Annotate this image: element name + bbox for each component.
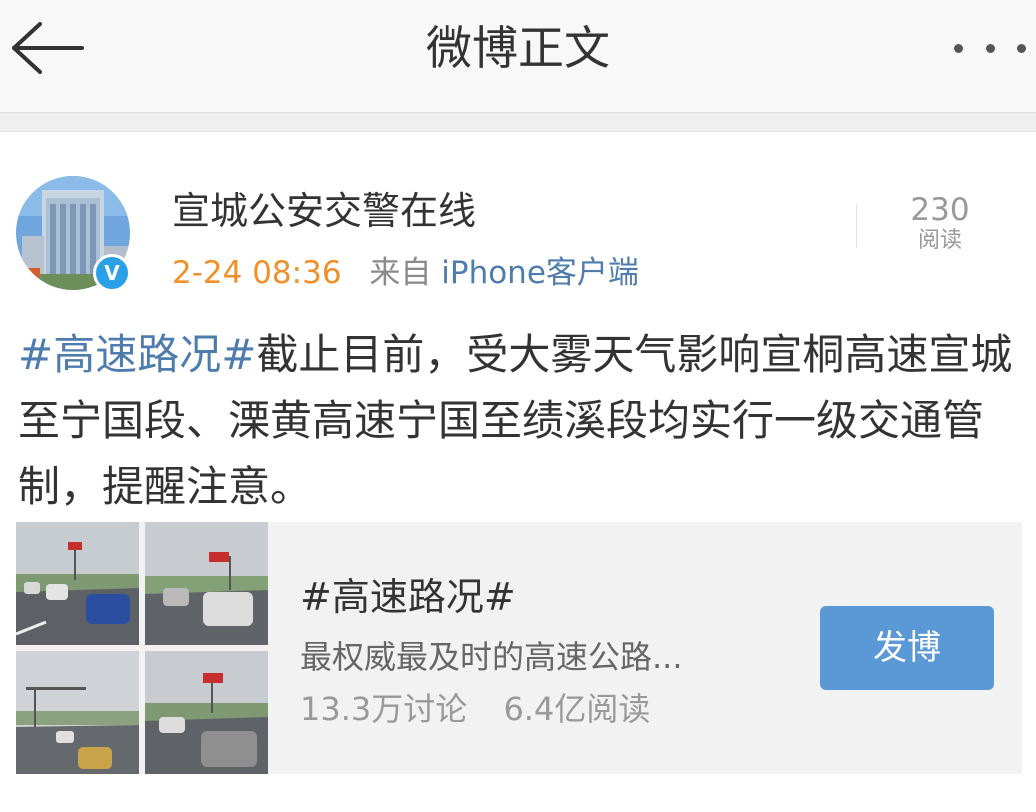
post-topic-button[interactable]: 发博 [820, 606, 994, 690]
divider [856, 204, 857, 248]
post-time: 2-24 08:36 [172, 255, 342, 291]
post-meta: 2-24 08:36 来自 iPhone客户端 [172, 252, 639, 294]
topic-reads: 6.4亿阅读 [503, 690, 651, 728]
read-count-number: 230 [910, 192, 970, 228]
traffic-photo [16, 651, 139, 774]
more-dot [985, 43, 995, 53]
traffic-photo [145, 522, 268, 645]
topic-discussions: 13.3万讨论 [300, 690, 468, 728]
hashtag-link[interactable]: #高速路况# [18, 330, 256, 379]
topic-thumbnails [16, 522, 270, 774]
author-name[interactable]: 宣城公安交警在线 [172, 186, 476, 236]
more-dot [1017, 43, 1026, 53]
source-client[interactable]: iPhone客户端 [441, 255, 639, 291]
read-count-label: 阅读 [917, 228, 962, 253]
post-text: #高速路况#截止目前，受大雾天气影响宣桐高速宣城至宁国段、溧黄高速宁国至绩溪段均… [18, 322, 1023, 520]
verified-v-icon: V [93, 254, 131, 292]
topic-card[interactable]: #高速路况# 最权威最及时的高速公路... 13.3万讨论 6.4亿阅读 发博 [16, 522, 1022, 774]
topic-title[interactable]: #高速路况# [300, 572, 516, 622]
page-title: 微博正文 [426, 21, 610, 75]
topic-description: 最权威最及时的高速公路... [300, 638, 683, 676]
traffic-photo [16, 522, 139, 645]
topic-stats: 13.3万讨论 6.4亿阅读 [300, 688, 650, 730]
more-dots-icon [954, 43, 963, 53]
nav-bar: 微博正文 [0, 0, 1036, 113]
section-divider [0, 113, 1036, 132]
read-count: 230 阅读 [880, 192, 1000, 254]
source-prefix: 来自 [369, 255, 432, 291]
traffic-photo [145, 651, 268, 774]
more-options-button[interactable] [954, 40, 1026, 56]
